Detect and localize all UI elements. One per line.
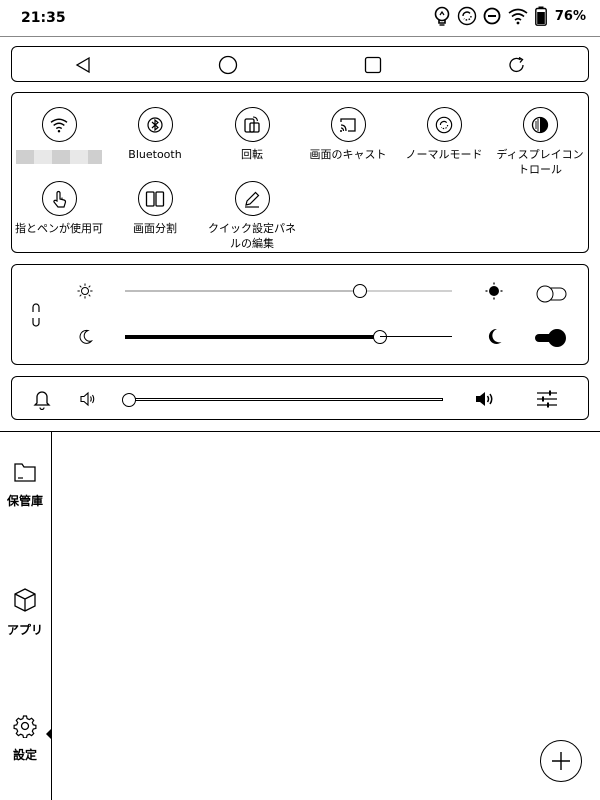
tile-normal-mode[interactable]: ノーマルモード xyxy=(396,107,492,162)
back-button[interactable] xyxy=(72,54,94,76)
finger-touch-icon xyxy=(53,190,67,208)
bluetooth-icon xyxy=(147,116,163,133)
cube-icon xyxy=(14,588,36,612)
cast-icon xyxy=(340,117,356,132)
tile-label: クイック設定パネルの編集 xyxy=(208,222,296,250)
tile-label: 画面分割 xyxy=(133,222,177,235)
cold-light-fill xyxy=(125,335,380,339)
link-icon[interactable] xyxy=(30,302,42,328)
recents-icon xyxy=(364,56,382,74)
status-divider xyxy=(0,36,600,37)
gear-icon xyxy=(13,715,37,739)
tile-label: 指とペンが使用可 xyxy=(15,222,103,235)
home-button[interactable] xyxy=(217,54,239,76)
tile-edit-panel[interactable]: クイック設定パネルの編集 xyxy=(204,181,300,251)
cold-light-track-remainder xyxy=(380,336,452,337)
cold-light-knob[interactable] xyxy=(373,330,387,344)
wifi-icon xyxy=(50,118,68,132)
wifi-icon xyxy=(508,8,528,25)
tile-display-control[interactable]: ディスプレイコントロール xyxy=(492,107,588,177)
tile-label: ディスプレイコントロール xyxy=(496,148,584,176)
moon-filled-icon xyxy=(488,328,502,344)
app-divider xyxy=(0,431,600,432)
status-icons: 76% xyxy=(433,6,586,26)
cold-light-toggle[interactable] xyxy=(534,327,568,353)
sun-filled-icon xyxy=(485,282,503,300)
home-icon xyxy=(218,55,238,75)
clock: 21:35 xyxy=(21,10,66,26)
bell-icon[interactable] xyxy=(33,388,51,410)
sun-outline-icon xyxy=(77,283,93,299)
warm-light-knob[interactable] xyxy=(353,284,367,298)
quick-settings-panel: Bluetooth 回転 画面のキャスト ノーマルモード ディスプレイコントロー… xyxy=(11,92,589,253)
volume-slider[interactable] xyxy=(122,393,443,407)
refresh-mode-icon xyxy=(435,116,453,133)
do-not-disturb-icon xyxy=(483,7,501,25)
split-screen-icon xyxy=(145,190,165,207)
tile-finger-pen[interactable]: 指とペンが使用可 xyxy=(11,181,107,236)
tile-label: 画面のキャスト xyxy=(309,148,387,161)
volume-panel xyxy=(11,376,589,420)
warm-light-toggle[interactable] xyxy=(534,283,568,309)
sidebar-item-label: 保管庫 xyxy=(6,494,43,508)
toggle-on-icon xyxy=(535,329,566,347)
tile-cast[interactable]: 画面のキャスト xyxy=(300,107,396,162)
battery-percent: 76% xyxy=(554,8,586,24)
toggle-off-icon xyxy=(536,285,567,303)
battery-icon xyxy=(534,6,547,26)
tile-label: ノーマルモード xyxy=(405,148,483,161)
tile-bluetooth[interactable]: Bluetooth xyxy=(107,107,203,162)
sidebar-border xyxy=(51,432,52,800)
warm-light-slider[interactable] xyxy=(125,284,452,298)
add-button[interactable] xyxy=(540,740,582,782)
sidebar-item-settings[interactable]: 設定 xyxy=(0,714,50,763)
rotate-icon xyxy=(244,115,260,133)
lightbulb-icon xyxy=(434,6,450,26)
plus-icon xyxy=(552,752,570,770)
contrast-icon xyxy=(531,116,549,133)
refresh-mode-icon xyxy=(457,6,477,26)
brightness-panel xyxy=(11,264,589,365)
sliders-settings-icon[interactable] xyxy=(536,389,558,409)
moon-outline-icon xyxy=(79,329,93,344)
volume-high-icon xyxy=(476,392,493,406)
refresh-button[interactable] xyxy=(506,54,528,76)
tile-label: Bluetooth xyxy=(128,148,182,161)
warm-light-fill xyxy=(125,290,360,292)
recents-button[interactable] xyxy=(362,54,384,76)
sidebar-item-apps[interactable]: アプリ xyxy=(0,587,50,638)
tile-split-screen[interactable]: 画面分割 xyxy=(107,181,203,236)
tile-rotate[interactable]: 回転 xyxy=(204,107,300,162)
pencil-icon xyxy=(245,191,260,208)
cold-light-slider[interactable] xyxy=(125,330,452,344)
status-bar: 21:35 76% xyxy=(0,0,600,36)
volume-knob[interactable] xyxy=(122,393,136,407)
refresh-icon xyxy=(509,56,524,73)
folder-icon xyxy=(14,463,36,482)
back-icon xyxy=(75,56,90,74)
sidebar-item-label: 設定 xyxy=(12,748,37,762)
obscured-network-name xyxy=(16,150,102,164)
tile-wifi[interactable] xyxy=(11,107,107,164)
tile-label: 回転 xyxy=(241,148,263,161)
sidebar-item-library[interactable]: 保管庫 xyxy=(0,460,50,509)
sidebar-item-label: アプリ xyxy=(6,623,43,637)
navigation-bar xyxy=(11,46,589,82)
volume-low-icon xyxy=(80,391,95,407)
active-indicator xyxy=(46,729,51,739)
